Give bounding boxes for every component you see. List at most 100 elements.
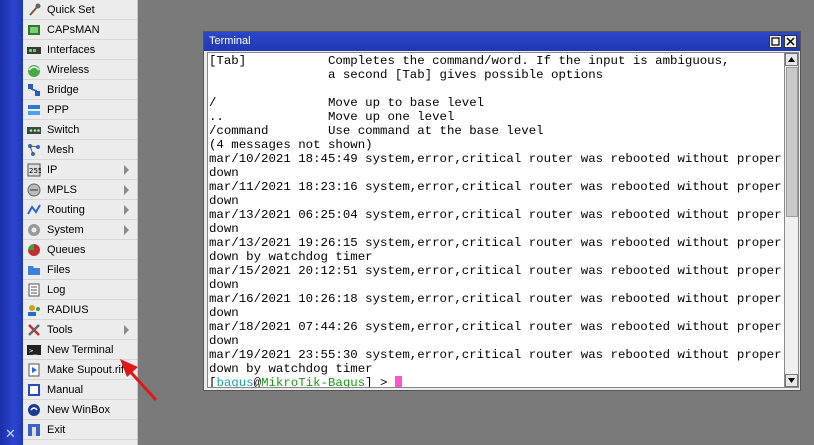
menu-item-label: RADIUS	[47, 303, 89, 316]
terminal-line: mar/19/2021 23:55:30 system,error,critic…	[209, 348, 785, 362]
menu-item-files[interactable]: Files	[23, 260, 137, 280]
menu-item-label: CAPsMAN	[47, 23, 100, 36]
menu-item-exit[interactable]: Exit	[23, 420, 137, 440]
submenu-arrow-icon	[124, 185, 129, 195]
menu-item-system[interactable]: System	[23, 220, 137, 240]
terminal-line: down	[209, 306, 239, 320]
menu-item-label: Files	[47, 263, 71, 276]
terminal-line: down	[209, 278, 239, 292]
queues-icon	[27, 243, 41, 257]
terminal-line: / Move up to base level	[209, 96, 485, 110]
scroll-up-button[interactable]	[785, 53, 798, 66]
scroll-down-button[interactable]	[785, 374, 798, 387]
bridge-icon	[27, 83, 41, 97]
menu-item-wireless[interactable]: Wireless	[23, 60, 137, 80]
terminal-prompt[interactable]: [bagus@MikroTik-Bagus] >	[209, 376, 784, 388]
files-icon	[27, 263, 41, 277]
menu-item-label: Bridge	[47, 83, 79, 96]
submenu-arrow-icon	[124, 325, 129, 335]
terminal-cursor	[394, 376, 402, 387]
terminal-output[interactable]: [Tab] Completes the command/word. If the…	[207, 52, 785, 388]
menu-item-label: Make Supout.rif	[47, 363, 125, 376]
terminal-scrollbar[interactable]	[785, 52, 799, 388]
terminal-line: down by watchdog timer	[209, 250, 373, 264]
menu-item-mpls[interactable]: MPLS	[23, 180, 137, 200]
terminal-line: .. Move up one level	[209, 110, 455, 124]
terminal-window: Terminal [Tab] Completes the command/wor…	[203, 31, 801, 391]
quick-set-icon	[27, 3, 41, 17]
menu-item-label: Switch	[47, 123, 80, 136]
prompt-host: MikroTik-Bagus	[261, 376, 366, 388]
menu-item-label: Log	[47, 283, 66, 296]
terminal-line: mar/18/2021 07:44:26 system,error,critic…	[209, 320, 785, 334]
terminal-line: down	[209, 222, 239, 236]
menu-item-label: Wireless	[47, 63, 90, 76]
terminal-line: mar/13/2021 06:25:04 system,error,critic…	[209, 208, 785, 222]
scroll-thumb[interactable]	[786, 67, 798, 217]
tools-icon	[27, 323, 41, 337]
terminal-line: down	[209, 166, 239, 180]
close-button[interactable]	[784, 35, 797, 48]
menu-item-label: New WinBox	[47, 403, 110, 416]
svg-text:>_: >_	[29, 347, 38, 355]
menu-item-label: Routing	[47, 203, 85, 216]
prompt-at: @	[253, 376, 262, 388]
winbox-icon	[27, 403, 41, 417]
maximize-icon	[771, 37, 780, 46]
menu-item-log[interactable]: Log	[23, 280, 137, 300]
switch-icon	[27, 123, 41, 137]
scroll-up-icon	[788, 57, 795, 62]
red-arrow-annotation	[120, 359, 158, 402]
exit-icon	[27, 423, 41, 437]
supout-icon	[27, 363, 41, 377]
manual-icon	[27, 383, 41, 397]
menu-item-label: Mesh	[47, 143, 74, 156]
terminal-line: /command Use command at the base level	[209, 124, 544, 138]
menu-item-mesh[interactable]: Mesh	[23, 140, 137, 160]
log-icon	[27, 283, 41, 297]
menu-item-label: IP	[47, 163, 58, 176]
menu-item-label: Queues	[47, 243, 86, 256]
terminal-line: down by watchdog timer	[209, 362, 373, 376]
terminal-line: (4 messages not shown)	[209, 138, 373, 152]
menu-item-label: Manual	[47, 383, 84, 396]
menu-item-interfaces[interactable]: Interfaces	[23, 40, 137, 60]
menu-item-tools[interactable]: Tools	[23, 320, 137, 340]
ppp-icon	[27, 103, 41, 117]
terminal-line: a second [Tab] gives possible options	[209, 68, 604, 82]
menu-item-label: New Terminal	[47, 343, 114, 356]
submenu-arrow-icon	[124, 205, 129, 215]
terminal-line: mar/15/2021 20:12:51 system,error,critic…	[209, 264, 785, 278]
ip-icon: 255	[27, 163, 41, 177]
menu-item-switch[interactable]: Switch	[23, 120, 137, 140]
terminal-title-bar[interactable]: Terminal	[204, 32, 800, 51]
menu-item-label: PPP	[47, 103, 70, 116]
terminal-line: mar/16/2021 10:26:18 system,error,critic…	[209, 292, 785, 306]
menu-item-label: Interfaces	[47, 43, 96, 56]
menu-item-routing[interactable]: Routing	[23, 200, 137, 220]
terminal-line: mar/13/2021 19:26:15 system,error,critic…	[209, 236, 785, 250]
menu-item-capsman[interactable]: CAPsMAN	[23, 20, 137, 40]
terminal-lines: [Tab] Completes the command/word. If the…	[209, 54, 784, 376]
menu-item-quick-set[interactable]: Quick Set	[23, 0, 137, 20]
mesh-icon	[27, 143, 41, 157]
terminal-line: down	[209, 194, 239, 208]
submenu-arrow-icon	[124, 225, 129, 235]
svg-text:255: 255	[29, 167, 41, 175]
system-icon	[27, 223, 41, 237]
capsman-icon	[27, 23, 41, 37]
winbox-brand-strip: ✕	[0, 0, 23, 445]
maximize-button[interactable]	[769, 35, 782, 48]
menu-item-label: Quick Set	[47, 3, 95, 16]
interfaces-icon	[27, 43, 41, 57]
menu-item-queues[interactable]: Queues	[23, 240, 137, 260]
menu-item-ppp[interactable]: PPP	[23, 100, 137, 120]
menu-item-radius[interactable]: RADIUS	[23, 300, 137, 320]
terminal-title: Terminal	[209, 35, 251, 47]
prompt-close: ] >	[365, 376, 395, 388]
menu-item-ip[interactable]: 255 IP	[23, 160, 137, 180]
wireless-icon	[27, 63, 41, 77]
menu-item-bridge[interactable]: Bridge	[23, 80, 137, 100]
scroll-down-icon	[788, 378, 795, 383]
